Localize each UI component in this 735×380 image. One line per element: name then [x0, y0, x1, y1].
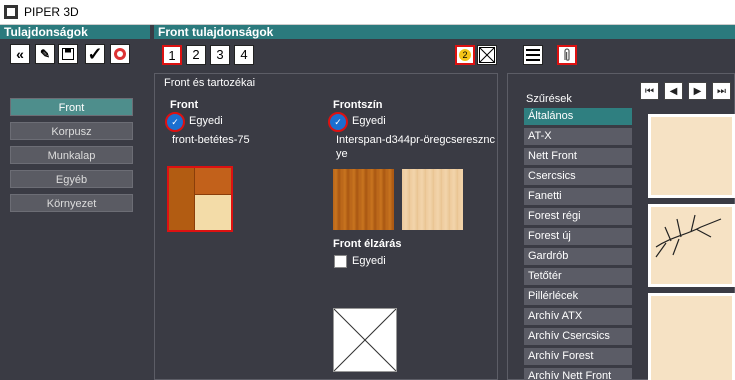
- sidebar-item-munkalap[interactable]: Munkalap: [10, 146, 133, 164]
- filter-item[interactable]: Gardrób: [524, 248, 632, 265]
- tab-1[interactable]: 1: [162, 45, 182, 65]
- elzaras-title: Front élzárás: [333, 238, 402, 250]
- sidebar-item-kornyezet[interactable]: Környezet: [10, 194, 133, 212]
- frontszin-value-line2: ye: [336, 148, 348, 160]
- frontszin-swatch-alt[interactable]: [402, 169, 463, 230]
- edit-icon[interactable]: ✎: [35, 44, 55, 64]
- title-bar: PIPER 3D: [0, 0, 735, 25]
- filter-item[interactable]: Fanetti: [524, 188, 632, 205]
- next-page-icon[interactable]: ▶: [688, 82, 707, 100]
- filter-item[interactable]: Forest új: [524, 228, 632, 245]
- help-badge: 2: [459, 49, 471, 61]
- elzaras-egyedi-checkbox[interactable]: [334, 255, 347, 268]
- front-title: Front: [170, 99, 199, 111]
- filter-item[interactable]: Nett Front: [524, 148, 632, 165]
- tab-2[interactable]: 2: [186, 45, 206, 65]
- front-value: front-betétes-75: [172, 134, 250, 146]
- filters-title: Szűrések: [526, 93, 572, 105]
- filter-item[interactable]: Általános: [524, 108, 632, 125]
- texture-thumbnail[interactable]: [648, 293, 735, 380]
- filter-item[interactable]: AT-X: [524, 128, 632, 145]
- tab-4[interactable]: 4: [234, 45, 254, 65]
- filter-item[interactable]: Archív ATX: [524, 308, 632, 325]
- filter-item[interactable]: Pillérlécek: [524, 288, 632, 305]
- frontszin-swatch[interactable]: [333, 169, 394, 230]
- checkmark-icon[interactable]: ✓: [85, 44, 105, 64]
- filter-item[interactable]: Tetőtér: [524, 268, 632, 285]
- elzaras-egyedi-label: Egyedi: [352, 255, 386, 267]
- texture-thumbnail[interactable]: [648, 114, 735, 198]
- sidebar-item-korpusz[interactable]: Korpusz: [10, 122, 133, 140]
- frontszin-title: Frontszín: [333, 99, 383, 111]
- properties-header: Tulajdonságok: [0, 25, 150, 39]
- help-button[interactable]: 2: [455, 45, 475, 65]
- frontszin-egyedi-checkbox[interactable]: ✓: [328, 112, 348, 132]
- sidebar-item-front[interactable]: Front: [10, 98, 133, 116]
- elzaras-empty-image[interactable]: [333, 308, 397, 372]
- filter-item[interactable]: Archív Nett Front: [524, 368, 632, 380]
- app-logo-icon: [4, 5, 18, 19]
- window-title: PIPER 3D: [24, 5, 79, 19]
- front-egyedi-label: Egyedi: [189, 115, 223, 127]
- panel-title: Front és tartozékai: [164, 77, 256, 89]
- no-image-icon[interactable]: [477, 45, 497, 65]
- prev-page-icon[interactable]: ◀: [664, 82, 683, 100]
- last-page-icon[interactable]: ⏭: [712, 82, 731, 100]
- save-icon[interactable]: [58, 44, 78, 64]
- double-left-arrow-icon[interactable]: «: [10, 44, 30, 64]
- filter-item[interactable]: Csercsics: [524, 168, 632, 185]
- front-egyedi-checkbox[interactable]: ✓: [165, 112, 185, 132]
- filter-item[interactable]: Forest régi: [524, 208, 632, 225]
- front-preview[interactable]: [167, 166, 233, 232]
- frontszin-egyedi-label: Egyedi: [352, 115, 386, 127]
- front-properties-header: Front tulajdonságok: [154, 25, 735, 39]
- filter-item[interactable]: Archív Csercsics: [524, 328, 632, 345]
- tab-3[interactable]: 3: [210, 45, 230, 65]
- frontszin-value-line1: Interspan-d344pr-öregcseresznc: [336, 134, 495, 146]
- list-icon[interactable]: [523, 45, 543, 65]
- filter-item[interactable]: Archív Forest: [524, 348, 632, 365]
- lifebuoy-icon[interactable]: [110, 44, 130, 64]
- paperclip-icon[interactable]: [557, 45, 577, 65]
- texture-thumbnail[interactable]: [648, 204, 735, 287]
- first-page-icon[interactable]: ⏮: [640, 82, 659, 100]
- sidebar-item-egyeb[interactable]: Egyéb: [10, 170, 133, 188]
